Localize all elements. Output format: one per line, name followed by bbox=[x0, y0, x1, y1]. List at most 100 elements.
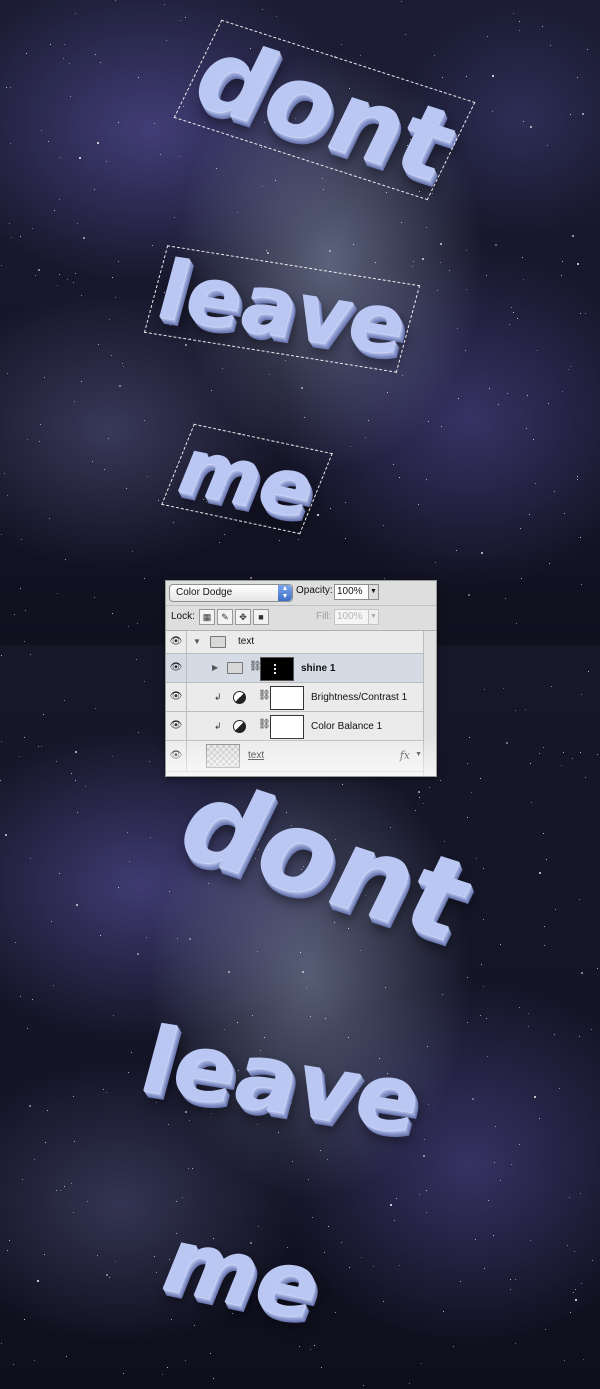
star bbox=[513, 13, 514, 14]
star bbox=[79, 157, 81, 159]
star bbox=[75, 273, 76, 274]
star bbox=[34, 1360, 35, 1361]
opacity-dropdown-button[interactable]: ▼ bbox=[368, 584, 379, 600]
star bbox=[575, 1299, 577, 1301]
star bbox=[237, 212, 238, 213]
layer-row-shine-1[interactable]: 👁 ▶ ⛓ shine 1 bbox=[166, 654, 424, 683]
link-icon[interactable]: ⛓ bbox=[258, 690, 271, 701]
lock-position-icon[interactable]: ✥ bbox=[235, 609, 251, 625]
star bbox=[418, 791, 420, 793]
adjustment-layer-icon bbox=[233, 691, 246, 704]
eye-icon[interactable]: 👁 bbox=[166, 712, 187, 740]
star bbox=[415, 810, 416, 811]
fx-icon[interactable]: fx bbox=[400, 749, 410, 762]
star bbox=[136, 659, 137, 660]
blend-mode-select[interactable]: Color Dodge ▲ ▼ bbox=[169, 584, 293, 602]
star bbox=[549, 563, 550, 564]
layer-row-text-group[interactable]: 👁 ▼ text bbox=[166, 631, 424, 654]
eye-icon[interactable]: 👁 bbox=[166, 741, 187, 771]
star bbox=[484, 1268, 485, 1269]
star bbox=[546, 859, 547, 860]
star bbox=[529, 514, 530, 515]
star bbox=[519, 1007, 520, 1008]
star bbox=[542, 26, 543, 27]
star bbox=[509, 324, 510, 325]
star bbox=[341, 44, 342, 45]
star bbox=[106, 161, 107, 162]
lock-transparency-icon[interactable]: ▦ bbox=[199, 609, 215, 625]
blend-options-bar: Color Dodge ▲ ▼ Opacity: 100% ▼ bbox=[166, 581, 436, 606]
star bbox=[375, 262, 376, 263]
star bbox=[517, 318, 518, 319]
star bbox=[50, 44, 51, 45]
eye-icon[interactable]: 👁 bbox=[166, 631, 187, 653]
star bbox=[118, 887, 119, 888]
star bbox=[543, 833, 544, 834]
star bbox=[63, 58, 64, 59]
star bbox=[44, 1254, 45, 1255]
star bbox=[423, 1155, 425, 1157]
star bbox=[75, 13, 76, 14]
star bbox=[137, 953, 139, 955]
star bbox=[349, 1267, 350, 1268]
star bbox=[85, 786, 86, 787]
star bbox=[383, 525, 384, 526]
star bbox=[216, 168, 217, 169]
star bbox=[597, 754, 598, 755]
star bbox=[515, 710, 516, 711]
fill-input[interactable]: 100% bbox=[334, 609, 370, 625]
star bbox=[56, 1190, 57, 1191]
star bbox=[577, 263, 579, 265]
star bbox=[7, 373, 8, 374]
star bbox=[437, 290, 438, 291]
star bbox=[489, 388, 490, 389]
star bbox=[569, 1197, 570, 1198]
layer-mask-thumbnail[interactable] bbox=[260, 657, 294, 681]
star bbox=[104, 469, 105, 470]
star bbox=[399, 477, 400, 478]
star bbox=[77, 223, 78, 224]
star bbox=[262, 186, 263, 187]
star bbox=[312, 1217, 313, 1218]
star bbox=[554, 491, 555, 492]
star bbox=[483, 868, 484, 869]
star bbox=[75, 751, 77, 753]
star bbox=[548, 403, 549, 404]
star bbox=[568, 369, 569, 370]
layer-row-brightness-contrast-1[interactable]: 👁 ↲ ⛓ Brightness/Contrast 1 bbox=[166, 683, 424, 712]
star bbox=[45, 1142, 46, 1143]
fx-expand-icon[interactable]: ▼ bbox=[415, 751, 422, 758]
star bbox=[453, 1346, 454, 1347]
star bbox=[457, 328, 458, 329]
star bbox=[129, 861, 130, 862]
star bbox=[483, 986, 484, 987]
star bbox=[83, 237, 85, 239]
star bbox=[487, 36, 488, 37]
lock-all-icon[interactable]: ■ bbox=[253, 609, 269, 625]
layer-thumbnail[interactable] bbox=[206, 744, 240, 768]
star bbox=[123, 366, 124, 367]
lock-pixels-icon[interactable]: ✎ bbox=[217, 609, 233, 625]
star bbox=[510, 1279, 511, 1280]
collapse-triangle-icon[interactable]: ▶ bbox=[212, 663, 218, 672]
star bbox=[521, 578, 522, 579]
star bbox=[543, 747, 544, 748]
layers-scrollbar[interactable] bbox=[423, 631, 436, 776]
eye-icon[interactable]: 👁 bbox=[166, 654, 187, 682]
star bbox=[66, 1356, 67, 1357]
star bbox=[530, 1240, 531, 1241]
link-icon[interactable]: ⛓ bbox=[258, 719, 271, 730]
opacity-input[interactable]: 100% bbox=[334, 584, 370, 600]
fill-dropdown-button[interactable]: ▼ bbox=[368, 609, 379, 625]
star bbox=[495, 1126, 496, 1127]
eye-icon[interactable]: 👁 bbox=[166, 683, 187, 711]
layer-mask-thumbnail[interactable] bbox=[270, 715, 304, 739]
star bbox=[328, 1226, 329, 1227]
layer-row-color-balance-1[interactable]: 👁 ↲ ⛓ Color Balance 1 bbox=[166, 712, 424, 741]
layer-mask-thumbnail[interactable] bbox=[270, 686, 304, 710]
layer-row-text[interactable]: 👁 text fx ▼ bbox=[166, 741, 424, 772]
star bbox=[581, 584, 582, 585]
star bbox=[396, 1198, 397, 1199]
star bbox=[9, 1240, 10, 1241]
expand-triangle-icon[interactable]: ▼ bbox=[193, 637, 201, 646]
